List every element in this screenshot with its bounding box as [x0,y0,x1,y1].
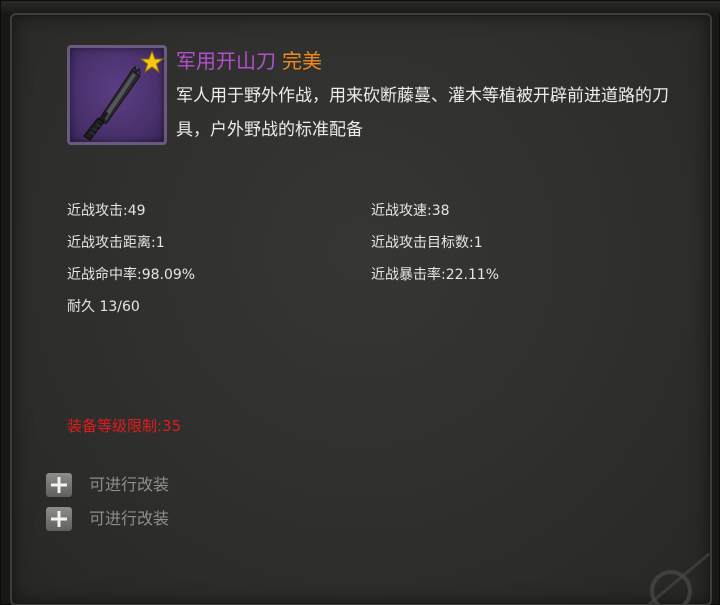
item-description: 军人用于野外作战，用来砍断藤蔓、灌木等植被开辟前进道路的刀具，户外野战的标准配备 [176,86,669,140]
item-quality: 完美 [282,49,322,73]
star-icon [140,50,164,74]
stat-melee-hit-rate: 近战命中率:98.09% [67,267,196,283]
modification-label: 可进行改装 [89,509,170,528]
modification-slot[interactable]: 可进行改装 [45,504,169,534]
plus-icon[interactable] [45,506,73,532]
item-name: 军用开山刀 [176,49,276,73]
stat-melee-speed: 近战攻速:38 [371,203,450,219]
level-requirement: 装备等级限制:35 [67,417,182,435]
modification-label: 可进行改装 [89,475,170,494]
stat-durability: 耐久 13/60 [67,299,140,315]
stat-melee-range: 近战攻击距离:1 [67,235,165,251]
modification-slot[interactable]: 可进行改装 [45,470,169,500]
tooltip-window: 军用开山刀 完美 军人用于野外作战，用来砍断藤蔓、灌木等植被开辟前进道路的刀具，户… [0,0,720,605]
item-title: 军用开山刀 完美 [176,47,322,75]
top-strip [1,1,720,13]
stat-melee-crit-rate: 近战暴击率:22.11% [371,267,500,283]
stat-melee-attack: 近战攻击:49 [67,203,146,219]
item-icon-slot [67,45,167,145]
stat-melee-targets: 近战攻击目标数:1 [371,235,483,251]
plus-icon[interactable] [45,472,73,498]
corner-emblem-icon [640,544,710,604]
